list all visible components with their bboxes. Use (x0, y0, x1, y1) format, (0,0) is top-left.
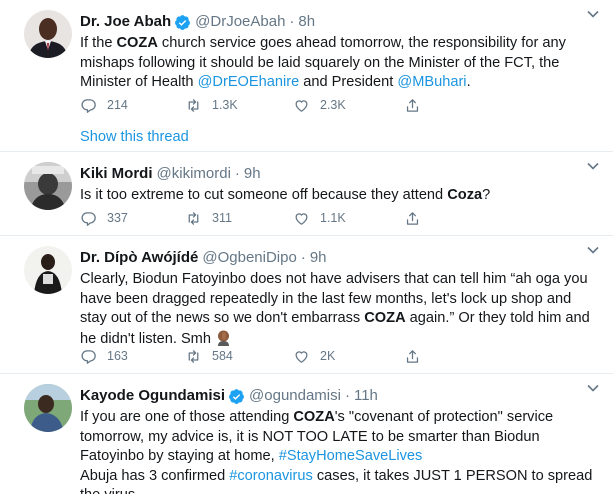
highlighted-keyword: COZA (293, 409, 335, 425)
like-button[interactable]: 1.1K (293, 210, 346, 227)
retweet-count: 311 (212, 211, 232, 225)
timestamp[interactable]: 9h (310, 248, 327, 268)
verified-badge-icon (175, 14, 191, 30)
text-segment: . (466, 74, 471, 90)
share-button[interactable] (404, 210, 431, 227)
chevron-down-icon[interactable] (585, 6, 601, 22)
share-button[interactable] (404, 348, 431, 365)
reply-count: 214 (107, 98, 128, 112)
chevron-down-icon[interactable] (585, 242, 601, 258)
highlighted-keyword: COZA (116, 35, 158, 51)
display-name[interactable]: Kiki Mordi (80, 164, 153, 184)
display-name[interactable]: Dr. Dípò Awójídé (80, 248, 198, 268)
retweet-button[interactable]: 311 (185, 210, 232, 227)
text-segment: ? (482, 187, 491, 203)
timestamp[interactable]: 11h (354, 386, 378, 406)
chevron-down-icon[interactable] (585, 380, 601, 396)
hashtag-link[interactable]: #coronavirus (229, 468, 313, 484)
reply-count: 337 (107, 211, 128, 225)
text-segment: Is it too extreme to cut someone off bec… (80, 187, 448, 203)
tweet-actions: 214 1.3K 2.3K (80, 95, 500, 115)
text-segment: If the (80, 35, 117, 51)
tweet-dipo-awojide[interactable]: Dr. Dípò Awójídé @OgbeniDipo · 9h Clearl… (0, 236, 613, 374)
mention-link[interactable]: @MBuhari (397, 74, 466, 90)
reply-icon (81, 98, 96, 113)
share-icon (406, 349, 419, 363)
like-button[interactable]: 2.3K (293, 97, 346, 114)
tweet-text: If you are one of those attending COZA's… (80, 408, 601, 494)
text-segment: and President (299, 74, 398, 90)
verified-badge-icon (229, 388, 244, 404)
highlighted-keyword: COZA (364, 310, 406, 326)
avatar-kiki-mordi[interactable] (24, 162, 72, 210)
heart-icon (295, 212, 308, 225)
retweet-count: 1.3K (212, 98, 238, 112)
user-handle[interactable]: @DrJoeAbah (195, 12, 285, 32)
chevron-down-icon[interactable] (585, 158, 601, 174)
tweet-kayode-ogundamisi[interactable]: Kayode Ogundamisi @ogundamisi · 11h If y… (0, 374, 613, 494)
share-button[interactable] (404, 97, 431, 114)
tweet-actions: 163 584 2K (80, 346, 500, 366)
avatar-dipo-awojide[interactable] (24, 246, 72, 294)
avatar-joe-abah[interactable] (24, 10, 72, 58)
timestamp[interactable]: 8h (298, 12, 315, 32)
tweet-text: Clearly, Biodun Fatoyinbo does not have … (80, 270, 601, 352)
reply-button[interactable]: 337 (80, 210, 128, 227)
tweet-kiki-mordi[interactable]: Kiki Mordi @kikimordi · 9h Is it too ext… (0, 152, 613, 236)
retweet-icon (188, 211, 199, 225)
tweet-header: Dr. Dípò Awójídé @OgbeniDipo · 9h (80, 248, 601, 268)
heart-icon (295, 350, 308, 363)
separator-dot: · (344, 387, 350, 404)
tweet-text: If the COZA church service goes ahead to… (80, 34, 601, 93)
hashtag-link[interactable]: #StayHomeSaveLives (279, 448, 423, 464)
heart-icon (295, 99, 308, 112)
text-segment: Abuja has 3 confirmed (80, 467, 230, 484)
like-count: 1.1K (320, 211, 346, 225)
reply-icon (81, 211, 96, 226)
reply-count: 163 (107, 349, 128, 363)
highlighted-keyword: Coza (447, 187, 483, 203)
separator-dot: · (289, 13, 295, 30)
display-name[interactable]: Kayode Ogundamisi (80, 386, 225, 406)
retweet-button[interactable]: 584 (185, 348, 233, 365)
user-handle[interactable]: @ogundamisi (249, 386, 341, 406)
retweet-icon (188, 349, 199, 363)
tweet-header: Kiki Mordi @kikimordi · 9h (80, 164, 601, 184)
timestamp[interactable]: 9h (244, 164, 261, 184)
like-count: 2K (320, 349, 336, 363)
like-count: 2.3K (320, 98, 346, 112)
reply-button[interactable]: 163 (80, 348, 128, 365)
tweet-header: Dr. Joe Abah @DrJoeAbah · 8h (80, 12, 601, 32)
tweet-text: Is it too extreme to cut someone off bec… (80, 186, 601, 206)
user-handle[interactable]: @OgbeniDipo (202, 248, 296, 268)
display-name[interactable]: Dr. Joe Abah (80, 12, 171, 32)
separator-dot: · (300, 249, 306, 266)
share-icon (406, 211, 419, 225)
mention-link[interactable]: @DrEOEhanire (198, 74, 300, 90)
user-handle[interactable]: @kikimordi (157, 164, 231, 184)
like-button[interactable]: 2K (293, 348, 335, 365)
retweet-button[interactable]: 1.3K (185, 97, 238, 114)
retweet-count: 584 (212, 349, 233, 363)
separator-dot: · (234, 165, 240, 182)
tweet-actions: 337 311 1.1K (80, 208, 500, 228)
retweet-icon (188, 98, 199, 112)
tweet-joe-abah[interactable]: Dr. Joe Abah @DrJoeAbah · 8h If the COZA… (0, 0, 613, 152)
show-thread-link[interactable]: Show this thread (80, 129, 189, 145)
share-icon (406, 98, 419, 112)
reply-icon (81, 349, 96, 364)
tweet-header: Kayode Ogundamisi @ogundamisi · 11h (80, 386, 601, 406)
reply-button[interactable]: 214 (80, 97, 128, 114)
text-segment: If you are one of those attending (80, 409, 294, 425)
avatar-kayode-ogundamisi[interactable] (24, 384, 72, 432)
